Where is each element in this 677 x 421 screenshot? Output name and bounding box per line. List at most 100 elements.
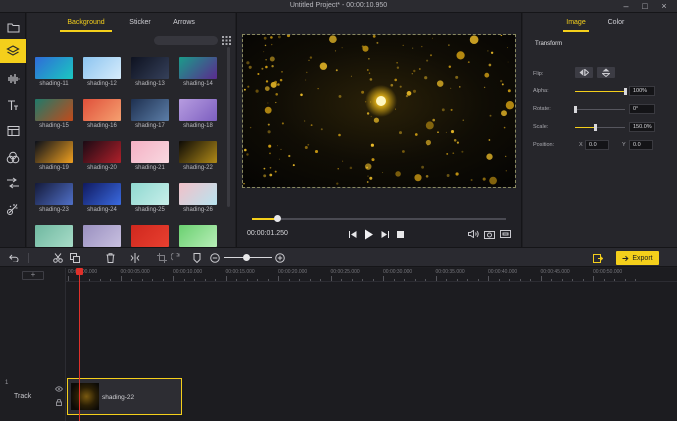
split-icon[interactable] [129,252,141,264]
thumbnail-image [179,57,217,79]
minimize-icon[interactable]: – [621,1,631,11]
rotate-slider-handle[interactable] [574,106,577,113]
previous-frame-icon[interactable] [347,228,359,240]
flip-vertical-button[interactable] [597,67,615,78]
rotate-value-field[interactable]: 0° [629,104,655,114]
ruler-tick [582,279,584,281]
bokeh-particle [486,153,493,160]
bokeh-particle [370,115,372,117]
scale-slider[interactable] [575,124,625,131]
delete-icon[interactable] [104,252,116,264]
play-icon[interactable] [363,228,375,240]
timeline-clip[interactable]: shading-22 [67,378,182,415]
background-thumbnail[interactable]: shading-24 [83,183,121,213]
tab-background[interactable]: Background [60,16,112,32]
snapshot-icon[interactable] [483,228,495,240]
playback-progress-bar[interactable] [252,215,506,222]
timeline-zoom-handle[interactable] [242,254,250,261]
ruler-tick [320,279,321,281]
background-thumbnail[interactable] [131,225,169,247]
background-thumbnail[interactable] [83,225,121,247]
position-x-field[interactable]: 0.0 [585,140,609,150]
flip-horizontal-button[interactable] [575,67,593,78]
audio-wave-icon[interactable] [0,67,26,91]
alpha-value-field[interactable]: 100% [629,86,655,96]
bokeh-particle [338,94,342,98]
ruler-tick [425,279,426,281]
thumbnail-image [179,183,217,205]
scale-slider-handle[interactable] [594,124,597,131]
undo-icon[interactable] [8,252,20,264]
maximize-icon[interactable]: □ [640,1,650,11]
background-thumbnail[interactable]: shading-23 [35,183,73,213]
text-icon[interactable] [0,93,26,117]
next-frame-icon[interactable] [379,228,391,240]
playhead-handle[interactable] [76,268,83,275]
background-thumbnail[interactable] [35,225,73,247]
export-settings-icon[interactable] [592,252,604,264]
bokeh-particle [350,75,352,77]
bokeh-particle [505,170,507,172]
volume-icon[interactable] [467,228,479,240]
flip-vertical-icon [602,68,610,77]
background-thumbnail[interactable]: shading-21 [131,141,169,171]
zoom-out-icon[interactable] [209,252,221,264]
visibility-eye-icon[interactable] [55,386,63,392]
background-thumbnail[interactable]: shading-11 [35,57,73,87]
bokeh-particle [320,128,323,131]
alpha-slider-handle[interactable] [624,88,627,95]
scale-value-field[interactable]: 150.0% [629,122,655,132]
bokeh-particle [488,63,492,67]
background-thumbnail[interactable]: shading-13 [131,57,169,87]
bokeh-particle [373,117,380,123]
cut-icon[interactable] [52,252,64,264]
background-thumbnail[interactable]: shading-15 [35,99,73,129]
tab-color[interactable]: Color [603,16,629,32]
ruler-tick [551,279,552,281]
background-thumbnail[interactable]: shading-26 [179,183,217,213]
tab-image[interactable]: Image [563,16,589,32]
title-bar: Untitled Project* - 00:00:10.950 – □ × [0,0,677,13]
zoom-in-icon[interactable] [274,252,286,264]
background-thumbnail[interactable]: shading-12 [83,57,121,87]
preview-canvas[interactable] [242,34,516,188]
background-thumbnail[interactable]: shading-16 [83,99,121,129]
background-thumbnail[interactable]: shading-18 [179,99,217,129]
stop-icon[interactable] [394,228,406,240]
fullscreen-icon[interactable] [499,228,511,240]
layers-icon[interactable] [0,39,26,63]
bokeh-particle [270,36,273,39]
close-icon[interactable]: × [659,1,669,11]
background-thumbnail[interactable] [179,225,217,247]
lock-icon[interactable] [56,399,62,406]
crop-icon[interactable] [156,252,168,264]
add-track-button[interactable]: + [22,271,44,280]
library-search-input[interactable] [154,36,218,45]
timeline-ruler[interactable]: 00:00:00.00000:00:05.00000:00:10.00000:0… [66,268,677,282]
bokeh-particle [487,50,489,52]
background-thumbnail[interactable]: shading-22 [179,141,217,171]
effects-icon[interactable] [0,197,26,221]
background-thumbnail[interactable]: shading-25 [131,183,169,213]
rotate-slider[interactable] [574,106,625,113]
folder-icon[interactable] [0,15,26,39]
tab-arrows[interactable]: Arrows [165,16,203,32]
transitions-icon[interactable] [0,171,26,195]
library-scrollbar[interactable] [227,47,230,207]
grid-view-icon[interactable] [222,36,231,45]
alpha-slider[interactable] [575,88,627,95]
copy-icon[interactable] [69,252,81,264]
playhead-line[interactable] [79,268,80,421]
background-thumbnail[interactable]: shading-17 [131,99,169,129]
marker-icon[interactable] [191,252,203,264]
background-thumbnail[interactable]: shading-14 [179,57,217,87]
export-button[interactable]: Export [616,251,659,265]
template-icon[interactable] [0,119,26,143]
tab-sticker[interactable]: Sticker [120,16,160,32]
background-thumbnail[interactable]: shading-20 [83,141,121,171]
position-y-field[interactable]: 0.0 [629,140,653,150]
filters-icon[interactable] [0,145,26,169]
background-thumbnail[interactable]: shading-19 [35,141,73,171]
rotate-icon[interactable] [170,252,182,264]
timeline-zoom-slider[interactable] [224,254,272,261]
